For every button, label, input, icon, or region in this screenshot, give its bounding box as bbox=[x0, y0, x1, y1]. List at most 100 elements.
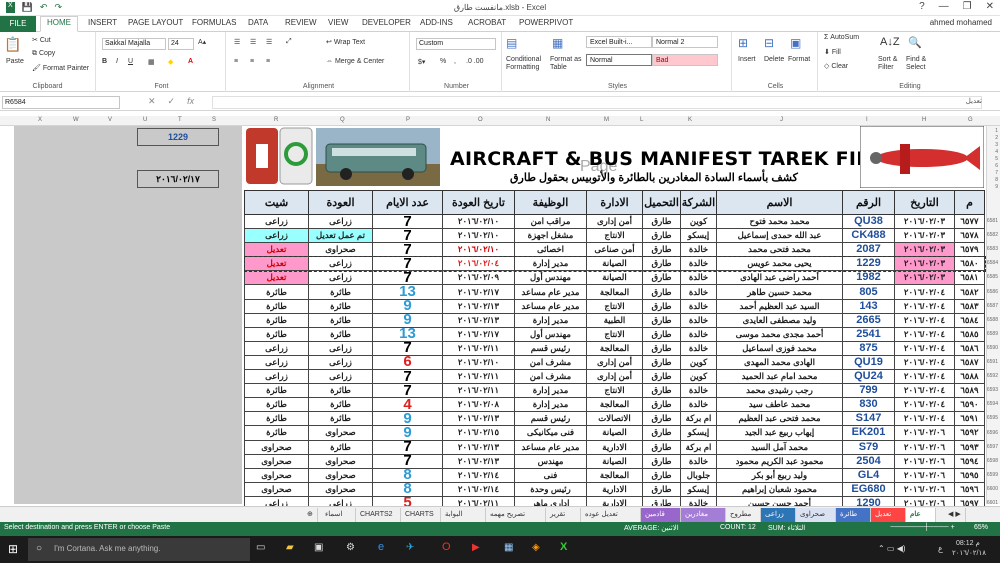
row-header[interactable]: 8 bbox=[995, 177, 998, 183]
sheet-tab[interactable]: طائرة bbox=[836, 508, 871, 522]
id-cell[interactable]: 2504 bbox=[842, 453, 895, 469]
return-date-cell[interactable]: ٢٠١٦/٠٢/١٣ bbox=[442, 439, 515, 455]
clear-button[interactable]: ◇ Clear bbox=[824, 62, 848, 70]
return-date-cell[interactable]: ٢٠١٦/٠٢/١٣ bbox=[442, 411, 515, 427]
loading-cell[interactable]: طارق bbox=[642, 453, 681, 469]
job-cell[interactable]: رئيس قسم bbox=[514, 411, 587, 427]
job-cell[interactable]: مشرف امن bbox=[514, 354, 587, 371]
table-row[interactable]: تعديل زراعى 7 ٢٠١٦/٠٢/٠٤ مدير إدارة الصيانة طا… bbox=[243, 255, 986, 272]
return-cell[interactable]: صحراوى bbox=[308, 425, 373, 441]
return-cell[interactable]: طائرة bbox=[308, 411, 373, 427]
id-cell[interactable]: GL4 bbox=[842, 467, 895, 483]
name-cell[interactable]: أحمد مجدى محمد موسى bbox=[716, 326, 843, 342]
sort-icon[interactable]: A↓Z bbox=[880, 36, 900, 48]
table-row[interactable]: صحراوى طائرة 7 ٢٠١٦/٠٢/١٣ مدير عام مساعد الاد… bbox=[244, 439, 985, 455]
column-header-cell[interactable]: التاريخ bbox=[894, 190, 955, 215]
date-cell[interactable]: ٢٠١٦/٠٢/٠٣ bbox=[894, 256, 955, 272]
id-cell[interactable]: 805 bbox=[842, 284, 895, 300]
serial-cell[interactable]: ٦٥٨٠ bbox=[954, 256, 985, 272]
clock-date[interactable]: ٢٠١٦/٠٢/١٨ bbox=[952, 549, 986, 557]
column-header-cell[interactable]: تاريخ العودة bbox=[442, 190, 515, 215]
sheet-cell[interactable]: طائرة bbox=[244, 298, 309, 314]
loading-cell[interactable]: طارق bbox=[642, 256, 681, 272]
row-header[interactable]: 6598 bbox=[987, 458, 998, 464]
tab-data[interactable]: DATA bbox=[248, 18, 268, 27]
return-cell[interactable]: زراعى bbox=[308, 213, 373, 230]
return-cell[interactable]: طائرة bbox=[308, 439, 373, 455]
column-header-cell[interactable]: شيت bbox=[244, 190, 309, 215]
name-cell[interactable]: عبد الله حمدى إسماعيل bbox=[716, 228, 843, 244]
return-date-cell[interactable]: ٢٠١٦/٠٢/٠٨ bbox=[442, 397, 515, 413]
job-cell[interactable]: مراقب امن bbox=[514, 213, 587, 230]
table-row[interactable]: طائرة طائرة 9 ٢٠١٦/٠٢/١٣ رئيس قسم الاتصالات طا… bbox=[244, 411, 985, 427]
table-row[interactable]: تعديل زراعى 7 ٢٠١٦/٠٢/٠٩ مهندس أول الصيانة طار… bbox=[244, 270, 985, 286]
table-row[interactable]: طائرة صحراوى 9 ٢٠١٦/٠٢/١٥ فنى ميكانيكى الصيان… bbox=[244, 425, 985, 441]
serial-cell[interactable]: ٦٥٨٨ bbox=[954, 369, 985, 385]
days-cell[interactable]: 9 bbox=[372, 425, 443, 441]
loading-cell[interactable]: طارق bbox=[642, 312, 681, 328]
return-date-cell[interactable]: ٢٠١٦/٠٢/١٤ bbox=[442, 481, 515, 497]
return-cell[interactable]: زراعى bbox=[308, 340, 373, 356]
name-cell[interactable]: رجب رشيدى محمد bbox=[716, 383, 843, 399]
sheet-cell[interactable]: طائرة bbox=[244, 397, 309, 413]
currency-icon[interactable]: $▾ bbox=[418, 58, 425, 66]
department-cell[interactable]: الانتاج bbox=[586, 326, 643, 342]
serial-cell[interactable]: ٦٥٩٦ bbox=[954, 481, 985, 497]
department-cell[interactable]: أمن إدارى bbox=[586, 354, 643, 371]
name-cell[interactable]: محمود عبد الكريم محمود bbox=[716, 453, 843, 469]
column-header-cell[interactable]: الاسم bbox=[716, 190, 843, 215]
style-normal[interactable]: Normal bbox=[586, 54, 652, 66]
sort-filter-button[interactable]: Sort & Filter bbox=[878, 56, 904, 72]
column-header[interactable]: L bbox=[640, 117, 643, 123]
delete-cells-icon[interactable]: ⊟ bbox=[764, 36, 774, 50]
serial-cell[interactable]: ٦٥٨٦ bbox=[954, 340, 985, 356]
days-cell[interactable]: 7 bbox=[372, 453, 443, 469]
row-header[interactable]: 4 bbox=[995, 149, 998, 155]
italic-button[interactable]: I bbox=[116, 58, 118, 65]
serial-cell[interactable]: ٦٥٩٥ bbox=[954, 467, 985, 483]
department-cell[interactable]: الادارية bbox=[586, 439, 643, 455]
date-cell[interactable]: ٢٠١٦/٠٢/٠٤ bbox=[894, 383, 955, 399]
copy-button[interactable]: ⧉ Copy bbox=[32, 50, 55, 58]
column-header[interactable]: I bbox=[866, 117, 868, 123]
excel-taskbar-icon[interactable]: X bbox=[560, 541, 567, 553]
table-row[interactable]: زراعى زراعى 6 ٢٠١٦/٠٢/١٠ مشرف امن أمن إدارى طا… bbox=[244, 354, 985, 371]
serial-cell[interactable]: ٦٥٧٩ bbox=[954, 242, 985, 258]
photos-icon[interactable]: ▦ bbox=[504, 542, 513, 553]
row-header[interactable]: 6593 bbox=[987, 387, 998, 393]
column-header[interactable]: G bbox=[968, 117, 973, 123]
sheet-tab[interactable]: تعديل عوده bbox=[581, 508, 641, 522]
date-cell[interactable]: ٢٠١٦/٠٢/٠٣ bbox=[894, 213, 955, 230]
days-cell[interactable]: 13 bbox=[372, 284, 443, 300]
serial-cell[interactable]: ٦٥٩٢ bbox=[954, 425, 985, 441]
return-cell[interactable]: زراعى bbox=[308, 369, 373, 385]
date-cell[interactable]: ٢٠١٦/٠٢/٠٤ bbox=[894, 369, 955, 385]
row-header[interactable]: 6588 bbox=[987, 317, 998, 323]
column-header[interactable]: S bbox=[212, 117, 216, 123]
row-header[interactable]: 6599 bbox=[987, 472, 998, 478]
column-header[interactable]: X bbox=[38, 117, 42, 123]
return-date-cell[interactable]: ٢٠١٦/٠٢/١٣ bbox=[442, 453, 515, 469]
paste-icon[interactable]: 📋 bbox=[4, 36, 21, 53]
restore-button[interactable]: ❐ bbox=[963, 1, 972, 12]
format-painter-button[interactable]: 🖌 Format Painter bbox=[32, 64, 89, 72]
row-header[interactable]: 7 bbox=[995, 170, 998, 176]
company-cell[interactable]: خالدة bbox=[680, 284, 717, 300]
department-cell[interactable]: الانتاج bbox=[586, 298, 643, 314]
sheet-cell[interactable]: طائرة bbox=[244, 425, 309, 441]
name-cell[interactable]: محمد فوزى اسماعيل bbox=[716, 340, 843, 356]
row-header[interactable]: 6 bbox=[995, 163, 998, 169]
serial-cell[interactable]: ٦٥٨٣ bbox=[954, 298, 985, 314]
file-explorer-icon[interactable]: ▰ bbox=[286, 542, 294, 553]
serial-cell[interactable]: ٦٥٩١ bbox=[954, 411, 985, 427]
row-header[interactable]: 6597 bbox=[987, 444, 998, 450]
app-icon[interactable]: ◈ bbox=[532, 542, 540, 553]
job-cell[interactable]: مدير إدارة bbox=[514, 397, 587, 413]
column-header[interactable]: H bbox=[922, 117, 926, 123]
sheet-tab[interactable]: تصريح مهمه bbox=[486, 508, 546, 522]
days-cell[interactable]: 9 bbox=[372, 312, 443, 328]
id-cell[interactable]: 799 bbox=[842, 383, 895, 399]
style-normal-2[interactable]: Normal 2 bbox=[652, 36, 718, 48]
department-cell[interactable]: أمن إدارى bbox=[586, 369, 643, 385]
serial-cell[interactable]: ٦٥٨٧ bbox=[954, 354, 985, 371]
